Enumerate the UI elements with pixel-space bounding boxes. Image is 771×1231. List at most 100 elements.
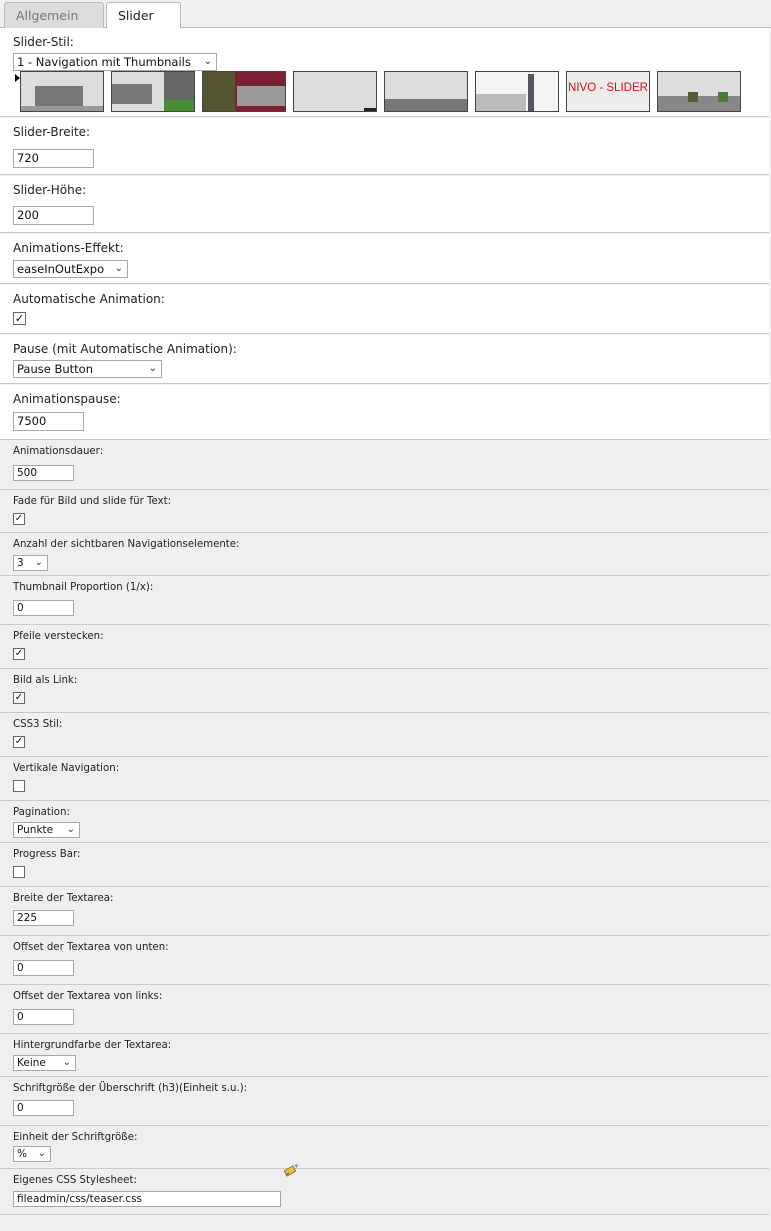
- row-font-size-unit: Einheit der Schriftgröße: % ⌄: [0, 1127, 769, 1169]
- custom-css-input[interactable]: fileadmin/css/teaser.css: [13, 1191, 281, 1207]
- field-label: Anzahl der sichtbaren Navigationselement…: [13, 539, 240, 550]
- field-label: CSS3 Stil:: [13, 719, 63, 730]
- pagination-select[interactable]: Punkte ⌄: [13, 822, 80, 838]
- check-icon: ✓: [14, 513, 24, 524]
- row-hide-arrows: Pfeile verstecken: ✓: [0, 626, 769, 669]
- check-icon: ✓: [14, 312, 25, 325]
- style-thumbnail-4[interactable]: [293, 71, 377, 112]
- row-h3-font-size: Schriftgröße der Überschrift (h3)(Einhei…: [0, 1078, 769, 1126]
- chevron-down-icon: ⌄: [66, 824, 75, 835]
- select-value: Pause Button: [17, 362, 93, 376]
- select-value: 1 - Navigation mit Thumbnails: [17, 55, 191, 69]
- row-animation-pause: Animationspause: 7500: [0, 385, 769, 440]
- field-label: Schriftgröße der Überschrift (h3)(Einhei…: [13, 1083, 248, 1094]
- select-value: Keine: [17, 1057, 46, 1069]
- fade-slide-checkbox[interactable]: ✓: [13, 513, 25, 525]
- field-label: Thumbnail Proportion (1/x):: [13, 582, 154, 593]
- chevron-down-icon: ⌄: [34, 557, 43, 568]
- row-animation-duration: Animationsdauer: 500: [0, 441, 769, 490]
- field-label: Offset der Textarea von links:: [13, 991, 163, 1002]
- css3-checkbox[interactable]: ✓: [13, 736, 25, 748]
- animation-duration-input[interactable]: 500: [13, 465, 74, 481]
- animation-effect-select[interactable]: easeInOutExpo ⌄: [13, 260, 128, 278]
- style-thumbnail-3[interactable]: [202, 71, 286, 112]
- row-textarea-width: Breite der Textarea: 225: [0, 888, 769, 936]
- nivo-thumbnail-text: NIVO - SLIDER: [568, 82, 648, 94]
- style-thumbnail-8[interactable]: [657, 71, 741, 112]
- thumb-proportion-input[interactable]: 0: [13, 600, 74, 616]
- slider-style-select[interactable]: 1 - Navigation mit Thumbnails ⌄: [13, 53, 217, 71]
- check-icon: ✓: [14, 736, 24, 747]
- field-label: Einheit der Schriftgröße:: [13, 1132, 138, 1143]
- select-value: Punkte: [17, 824, 54, 836]
- style-thumbnail-6[interactable]: [475, 71, 559, 112]
- select-value: 3: [17, 557, 24, 569]
- wizard-pencil-icon[interactable]: [284, 1163, 300, 1177]
- field-label: Slider-Breite:: [13, 125, 91, 139]
- progress-bar-checkbox[interactable]: [13, 866, 25, 878]
- field-label: Pfeile verstecken:: [13, 631, 104, 642]
- field-label: Eigenes CSS Stylesheet:: [13, 1175, 137, 1186]
- slider-width-input[interactable]: 720: [13, 149, 94, 168]
- textarea-offset-bottom-input[interactable]: 0: [13, 960, 74, 976]
- textarea-offset-left-input[interactable]: 0: [13, 1009, 74, 1025]
- slider-style-thumbnails: NIVO - SLIDER: [20, 71, 750, 112]
- style-thumbnail-1[interactable]: [20, 71, 104, 112]
- style-thumbnail-5[interactable]: [384, 71, 468, 112]
- row-thumb-proportion: Thumbnail Proportion (1/x): 0: [0, 577, 769, 625]
- row-css3: CSS3 Stil: ✓: [0, 714, 769, 757]
- tab-slider[interactable]: Slider: [106, 2, 181, 30]
- row-textarea-offset-left: Offset der Textarea von links: 0: [0, 986, 769, 1034]
- row-slider-height: Slider-Höhe: 200: [0, 176, 769, 233]
- row-pagination: Pagination: Punkte ⌄: [0, 802, 769, 843]
- field-label: Bild als Link:: [13, 675, 78, 686]
- field-label: Automatische Animation:: [13, 292, 165, 306]
- field-label: Slider-Höhe:: [13, 183, 87, 197]
- field-label: Progress Bar:: [13, 849, 81, 860]
- field-label: Vertikale Navigation:: [13, 763, 120, 774]
- field-label: Breite der Textarea:: [13, 893, 114, 904]
- hide-arrows-checkbox[interactable]: ✓: [13, 648, 25, 660]
- textarea-bg-select[interactable]: Keine ⌄: [13, 1055, 76, 1071]
- row-fade-slide: Fade für Bild und slide für Text: ✓: [0, 491, 769, 533]
- field-label: Fade für Bild und slide für Text:: [13, 496, 172, 507]
- row-animation-effect: Animations-Effekt: easeInOutExpo ⌄: [0, 234, 769, 284]
- row-custom-css: Eigenes CSS Stylesheet: fileadmin/css/te…: [0, 1170, 769, 1215]
- chevron-down-icon: ⌄: [203, 56, 212, 67]
- slider-height-input[interactable]: 200: [13, 206, 94, 225]
- textarea-width-input[interactable]: 225: [13, 910, 74, 926]
- tab-allgemein[interactable]: Allgemein: [4, 2, 104, 29]
- field-label: Pause (mit Automatische Animation):: [13, 342, 237, 356]
- auto-animation-checkbox[interactable]: ✓: [13, 312, 26, 325]
- row-progress-bar: Progress Bar:: [0, 844, 769, 887]
- row-textarea-bg: Hintergrundfarbe der Textarea: Keine ⌄: [0, 1035, 769, 1077]
- pause-select[interactable]: Pause Button ⌄: [13, 360, 162, 378]
- row-slider-style: Slider-Stil: 1 - Navigation mit Thumbnai…: [0, 28, 769, 117]
- field-label: Animations-Effekt:: [13, 241, 124, 255]
- h3-font-size-input[interactable]: 0: [13, 1100, 74, 1116]
- chevron-down-icon: ⌄: [62, 1057, 71, 1068]
- row-slider-width: Slider-Breite: 720: [0, 118, 769, 175]
- row-textarea-offset-bottom: Offset der Textarea von unten: 0: [0, 937, 769, 985]
- field-label: Pagination:: [13, 807, 70, 818]
- select-value: %: [17, 1148, 27, 1160]
- row-auto-animation: Automatische Animation: ✓: [0, 285, 769, 334]
- animation-pause-input[interactable]: 7500: [13, 412, 84, 431]
- row-pause: Pause (mit Automatische Animation): Paus…: [0, 335, 769, 384]
- chevron-down-icon: ⌄: [148, 363, 157, 374]
- style-thumbnail-7[interactable]: NIVO - SLIDER: [566, 71, 650, 112]
- image-link-checkbox[interactable]: ✓: [13, 692, 25, 704]
- field-label: Animationsdauer:: [13, 446, 104, 457]
- check-icon: ✓: [14, 692, 24, 703]
- nav-count-select[interactable]: 3 ⌄: [13, 555, 48, 571]
- check-icon: ✓: [14, 648, 24, 659]
- tab-bar: Allgemein Slider: [0, 0, 771, 30]
- vertical-nav-checkbox[interactable]: [13, 780, 25, 792]
- field-label: Slider-Stil:: [13, 35, 74, 49]
- field-label: Offset der Textarea von unten:: [13, 942, 169, 953]
- row-vertical-nav: Vertikale Navigation:: [0, 758, 769, 801]
- chevron-down-icon: ⌄: [114, 263, 123, 274]
- field-label: Animationspause:: [13, 392, 121, 406]
- style-thumbnail-2[interactable]: [111, 71, 195, 112]
- font-size-unit-select[interactable]: % ⌄: [13, 1146, 51, 1162]
